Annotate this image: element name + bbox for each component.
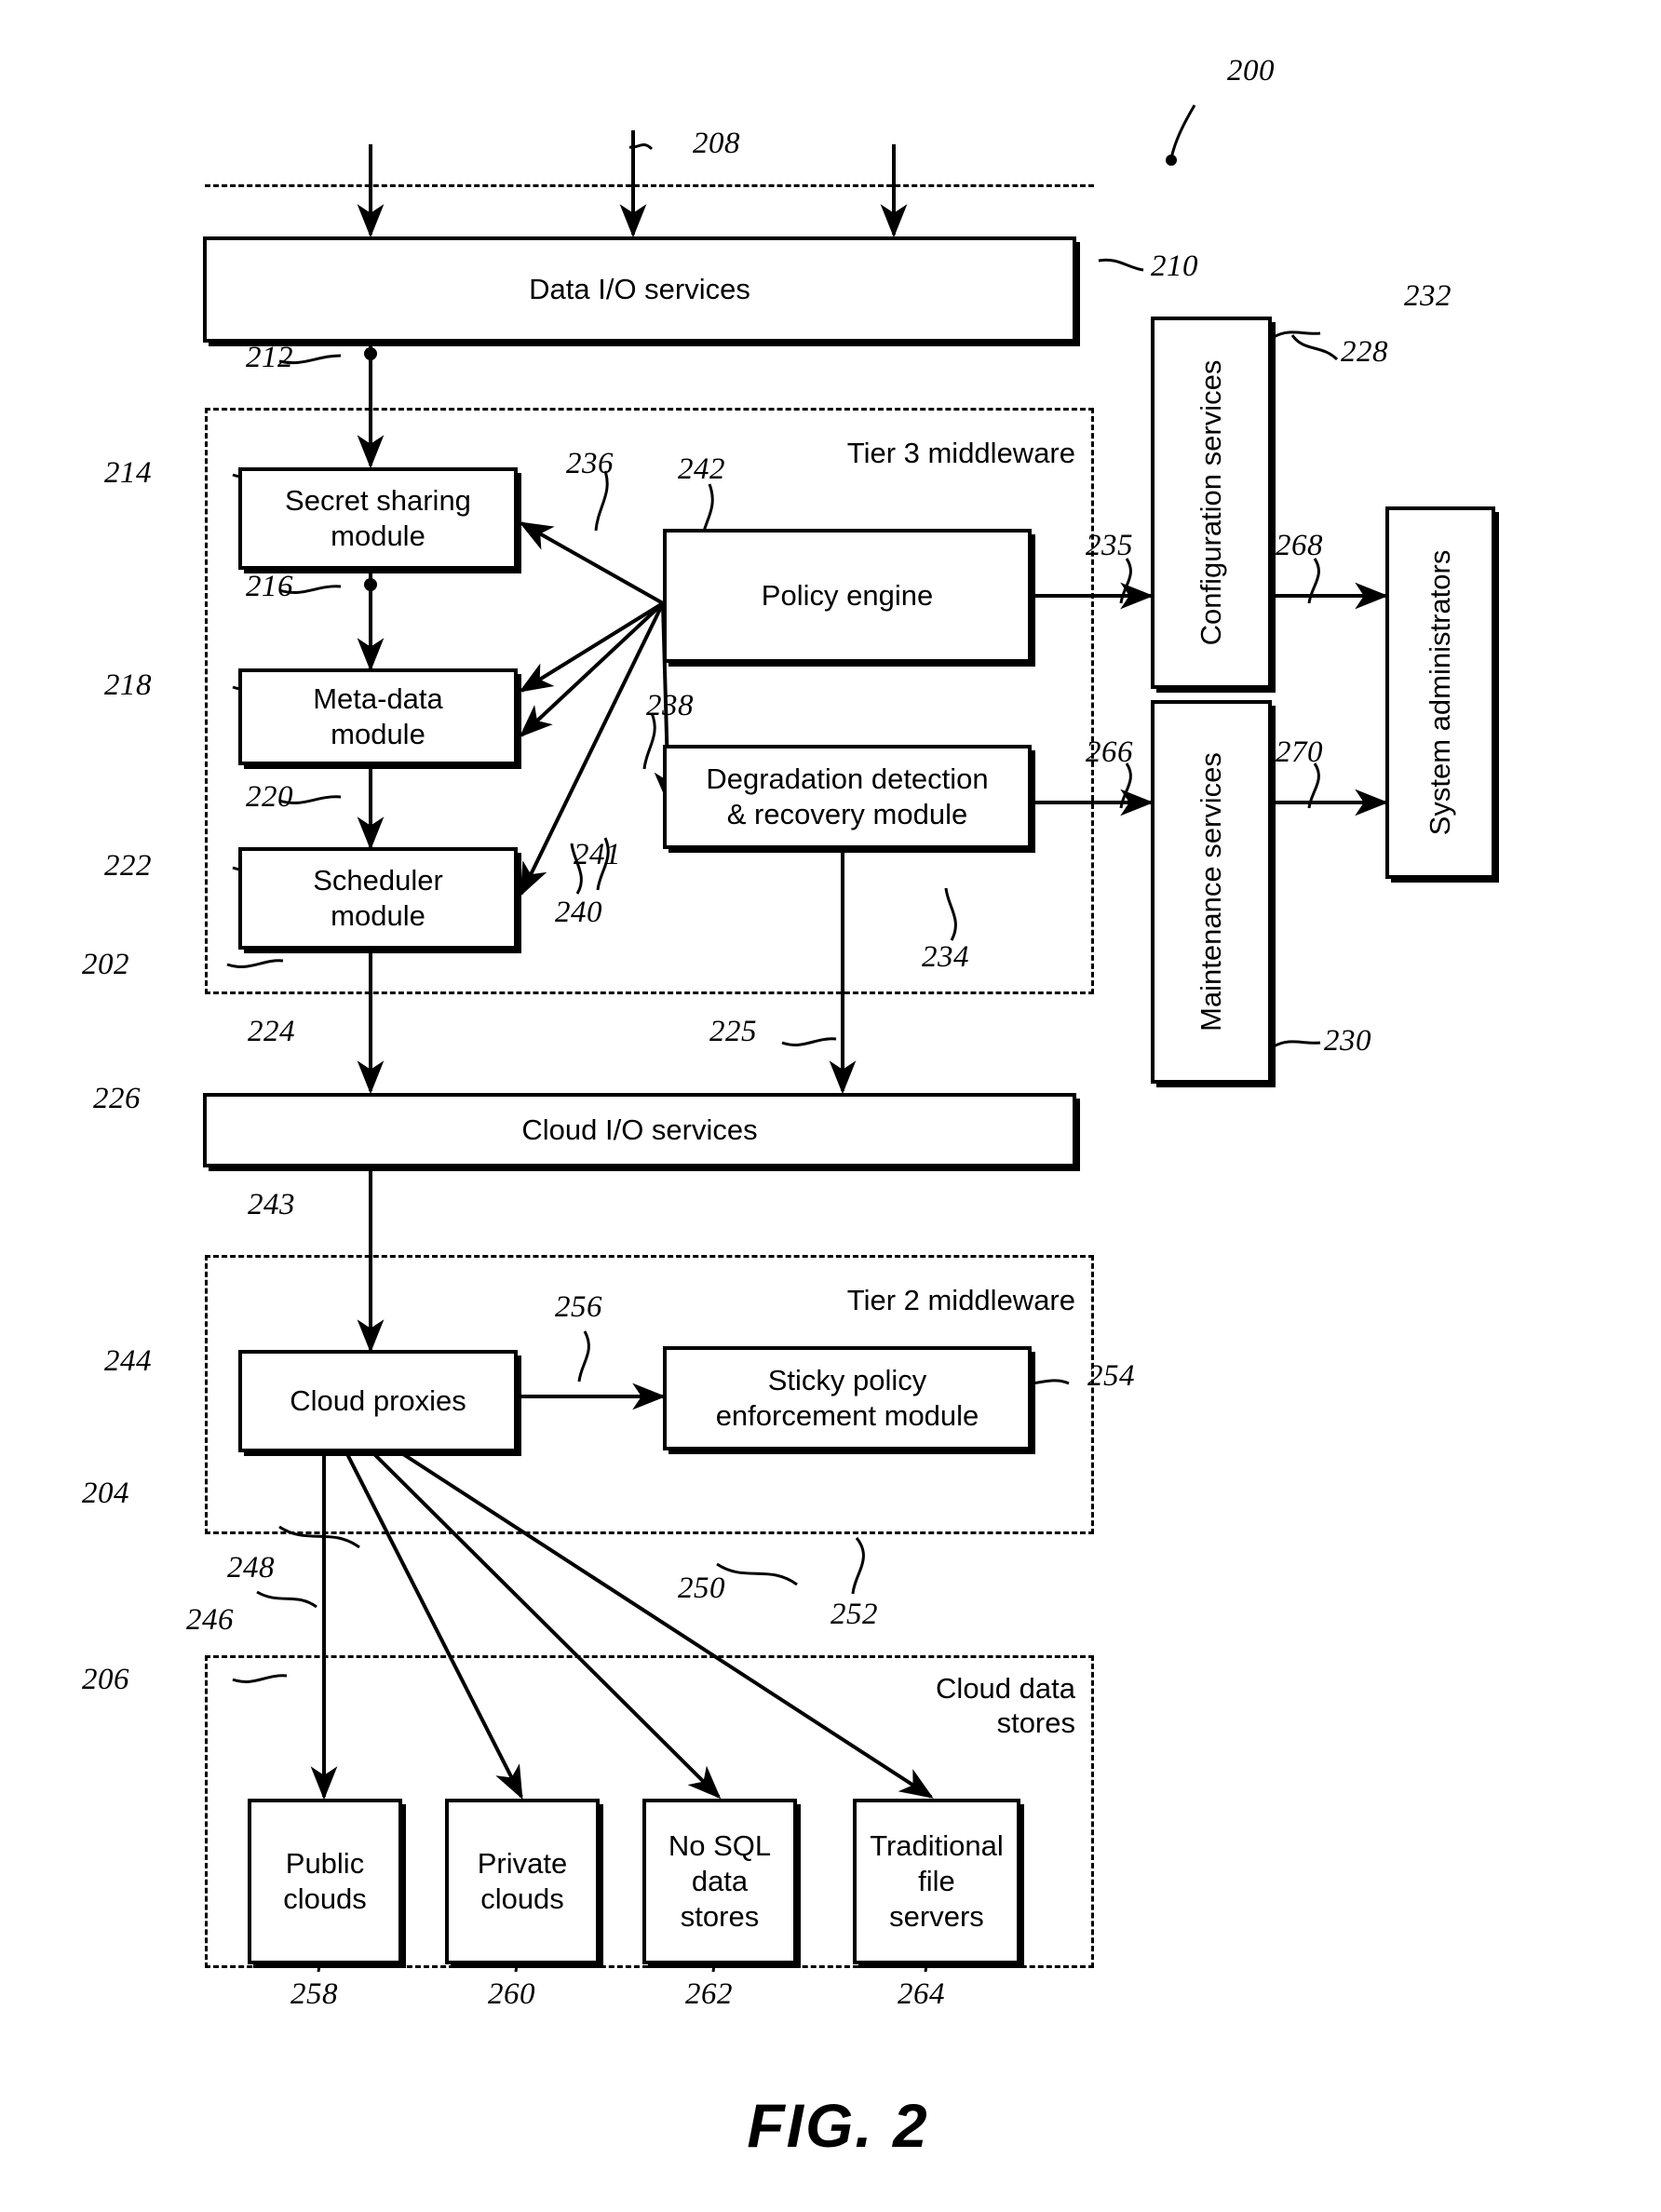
- ref-270: 270: [1276, 735, 1323, 769]
- cloud-proxies-label: Cloud proxies: [290, 1384, 466, 1418]
- traditional-file-servers-label: Traditional file servers: [870, 1829, 1004, 1933]
- data-io-services-label: Data I/O services: [529, 273, 750, 306]
- ref-258: 258: [290, 1977, 338, 2011]
- ref-210: 210: [1151, 250, 1198, 283]
- ref-260: 260: [488, 1977, 535, 2011]
- ref-268: 268: [1276, 529, 1323, 562]
- ref-212: 212: [246, 341, 293, 374]
- ref-264: 264: [898, 1977, 945, 2011]
- ref-228: 228: [1341, 335, 1388, 369]
- ref-208: 208: [693, 127, 740, 160]
- sticky-policy-enforcement-module-box[interactable]: Sticky policy enforcement module: [663, 1346, 1032, 1450]
- tier2-caption: Tier 2 middleware: [846, 1284, 1075, 1316]
- degradation-detection-recovery-module-box[interactable]: Degradation detection & recovery module: [663, 745, 1032, 849]
- maintenance-services-box[interactable]: Maintenance services: [1151, 700, 1272, 1084]
- ref-242: 242: [678, 452, 725, 486]
- nosql-data-stores-label: No SQL data stores: [668, 1829, 772, 1933]
- ref-204: 204: [82, 1477, 129, 1510]
- ref-256: 256: [555, 1290, 602, 1324]
- ref-238: 238: [646, 689, 694, 722]
- ref-220: 220: [246, 780, 293, 814]
- cloud-io-services-label: Cloud I/O services: [521, 1113, 758, 1147]
- meta-data-module-label: Meta-data module: [313, 682, 443, 750]
- cloud-io-services-box[interactable]: Cloud I/O services: [203, 1093, 1076, 1167]
- traditional-file-servers-box[interactable]: Traditional file servers: [853, 1799, 1020, 1964]
- policy-engine-box[interactable]: Policy engine: [663, 529, 1032, 663]
- ref-202: 202: [82, 948, 129, 981]
- public-clouds-label: Public clouds: [283, 1847, 367, 1915]
- ref-266: 266: [1086, 735, 1133, 769]
- scheduler-module-box[interactable]: Scheduler module: [238, 847, 518, 950]
- nosql-data-stores-box[interactable]: No SQL data stores: [642, 1799, 797, 1964]
- ref-206: 206: [82, 1663, 129, 1696]
- ref-241: 241: [574, 838, 621, 871]
- public-clouds-box[interactable]: Public clouds: [248, 1799, 402, 1964]
- degradation-detection-recovery-module-label: Degradation detection & recovery module: [706, 762, 989, 830]
- figure-caption: FIG. 2: [747, 2091, 929, 2160]
- cloud-proxies-box[interactable]: Cloud proxies: [238, 1350, 518, 1452]
- ref-248: 248: [227, 1551, 275, 1585]
- ref-216: 216: [246, 570, 293, 603]
- meta-data-module-box[interactable]: Meta-data module: [238, 668, 518, 765]
- ref-246: 246: [186, 1603, 234, 1637]
- policy-engine-label: Policy engine: [761, 579, 934, 613]
- system-administrators-box[interactable]: System administrators: [1385, 506, 1495, 879]
- ref-224: 224: [248, 1015, 295, 1048]
- ref-230: 230: [1324, 1024, 1371, 1058]
- tier3-caption: Tier 3 middleware: [846, 437, 1075, 469]
- cloud-data-stores-caption: Cloud data stores: [936, 1672, 1075, 1740]
- ref-214: 214: [104, 456, 152, 490]
- ref-225: 225: [709, 1015, 757, 1048]
- sticky-policy-enforcement-module-label: Sticky policy enforcement module: [715, 1364, 979, 1432]
- figure-canvas: Tier 3 middleware Tier 2 middleware Clou…: [0, 0, 1661, 2212]
- ref-218: 218: [104, 668, 152, 702]
- secret-sharing-module-label: Secret sharing module: [285, 484, 471, 552]
- ref-240: 240: [555, 896, 602, 929]
- configuration-services-box[interactable]: Configuration services: [1151, 317, 1272, 689]
- ref-244: 244: [104, 1344, 152, 1378]
- ref-236: 236: [566, 447, 614, 480]
- configuration-services-label: Configuration services: [1195, 359, 1227, 646]
- ref-234: 234: [922, 940, 969, 974]
- ref-200: 200: [1227, 54, 1275, 88]
- scheduler-module-label: Scheduler module: [313, 864, 443, 932]
- ref-254: 254: [1087, 1359, 1135, 1393]
- secret-sharing-module-box[interactable]: Secret sharing module: [238, 467, 518, 570]
- ref-226: 226: [93, 1082, 141, 1115]
- data-io-services-box[interactable]: Data I/O services: [203, 236, 1076, 343]
- upper-boundary-line: [205, 184, 1094, 187]
- ref-235: 235: [1086, 529, 1133, 562]
- system-administrators-label: System administrators: [1424, 549, 1456, 836]
- maintenance-services-label: Maintenance services: [1195, 752, 1227, 1032]
- ref-250: 250: [678, 1571, 725, 1605]
- ref-262: 262: [685, 1977, 733, 2011]
- private-clouds-label: Private clouds: [477, 1847, 568, 1915]
- ref-243: 243: [248, 1188, 295, 1221]
- ref-252: 252: [830, 1598, 878, 1631]
- ref-232: 232: [1404, 279, 1452, 313]
- ref-222: 222: [104, 849, 152, 883]
- private-clouds-box[interactable]: Private clouds: [445, 1799, 600, 1964]
